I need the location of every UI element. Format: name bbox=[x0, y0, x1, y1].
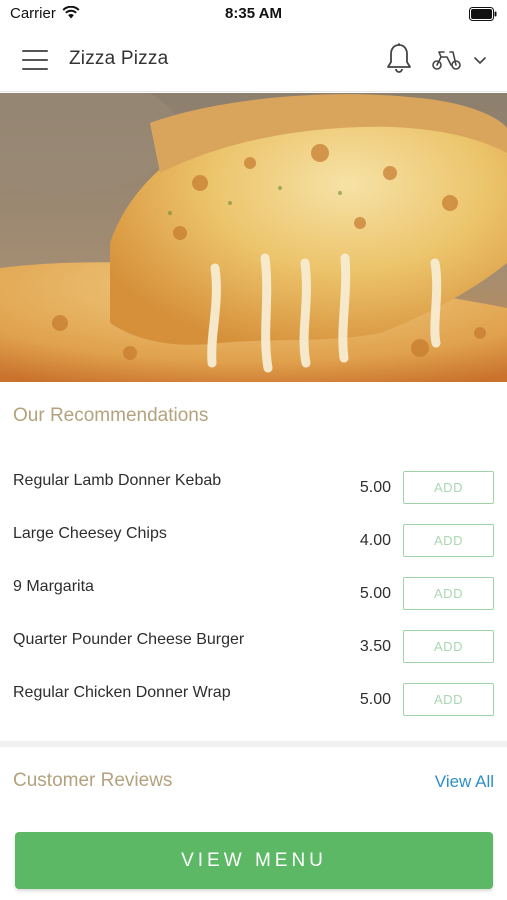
item-price: 5.00 bbox=[359, 479, 391, 496]
recommendations-title: Our Recommendations bbox=[13, 405, 209, 426]
battery-icon bbox=[469, 7, 497, 26]
item-price: 5.00 bbox=[359, 691, 391, 708]
add-button[interactable]: ADD bbox=[403, 683, 494, 716]
bell-icon[interactable] bbox=[385, 42, 413, 74]
scooter-icon bbox=[432, 51, 461, 70]
list-item: Quarter Pounder Cheese Burger 3.50 ADD bbox=[0, 621, 507, 674]
list-item: Regular Chicken Donner Wrap 5.00 ADD bbox=[0, 674, 507, 727]
add-button[interactable]: ADD bbox=[403, 630, 494, 663]
view-menu-button[interactable]: VIEW MENU bbox=[15, 832, 493, 889]
hamburger-menu-icon[interactable] bbox=[22, 50, 48, 70]
section-divider bbox=[0, 741, 507, 747]
item-name: Regular Lamb Donner Kebab bbox=[13, 472, 222, 489]
recommendations-list: Regular Lamb Donner Kebab 5.00 ADD Large… bbox=[0, 462, 507, 727]
item-name: Large Cheesey Chips bbox=[13, 525, 167, 542]
list-item: Large Cheesey Chips 4.00 ADD bbox=[0, 515, 507, 568]
app-header: Zizza Pizza bbox=[0, 28, 507, 92]
add-button[interactable]: ADD bbox=[403, 577, 494, 610]
item-price: 4.00 bbox=[359, 532, 391, 549]
item-name: Quarter Pounder Cheese Burger bbox=[13, 631, 245, 648]
chevron-down-icon bbox=[474, 57, 486, 64]
delivery-mode-selector[interactable] bbox=[430, 45, 490, 73]
hero-pizza-image bbox=[0, 93, 507, 382]
add-button[interactable]: ADD bbox=[403, 471, 494, 504]
add-button[interactable]: ADD bbox=[403, 524, 494, 557]
status-bar: Carrier 8:35 AM bbox=[0, 0, 507, 28]
item-price: 3.50 bbox=[359, 638, 391, 655]
app-title: Zizza Pizza bbox=[69, 48, 169, 69]
item-name: 9 Margarita bbox=[13, 578, 94, 595]
view-all-link[interactable]: View All bbox=[435, 772, 494, 792]
item-price: 5.00 bbox=[359, 585, 391, 602]
item-name: Regular Chicken Donner Wrap bbox=[13, 684, 231, 701]
reviews-title: Customer Reviews bbox=[13, 770, 173, 791]
status-time: 8:35 AM bbox=[225, 5, 282, 22]
list-item: Regular Lamb Donner Kebab 5.00 ADD bbox=[0, 462, 507, 515]
list-item: 9 Margarita 5.00 ADD bbox=[0, 568, 507, 621]
